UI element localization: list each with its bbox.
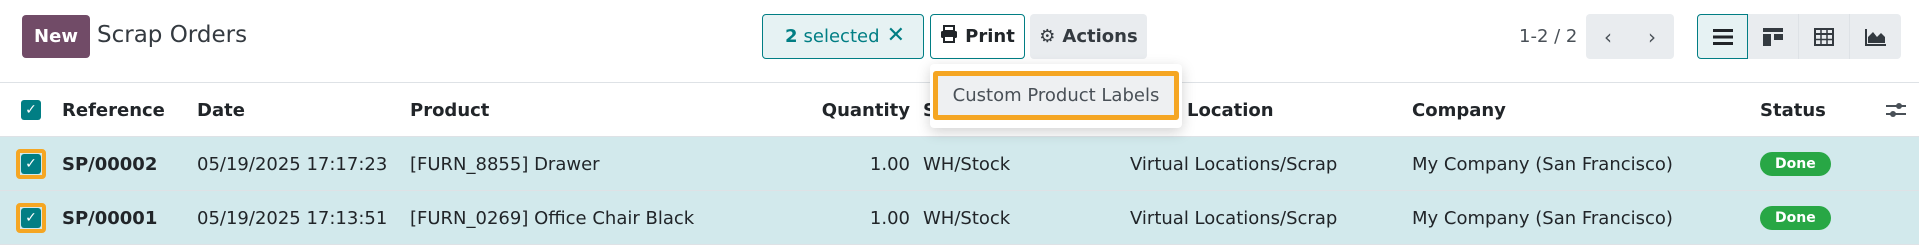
column-company[interactable]: Company — [1412, 83, 1506, 137]
cell-reference: SP/00002 — [62, 153, 158, 175]
list-view-icon — [1712, 28, 1733, 45]
selected-label: selected — [803, 26, 880, 47]
cell-quantity: 1.00 — [869, 207, 910, 229]
gear-icon: ⚙ — [1039, 26, 1056, 47]
actions-label: Actions — [1062, 26, 1138, 47]
cell-quantity: 1.00 — [869, 153, 910, 175]
cell-source-location: WH/Stock — [923, 153, 1011, 175]
kanban-view-icon — [1763, 27, 1783, 46]
list-view-button[interactable] — [1697, 14, 1748, 59]
column-scrap-location[interactable]: Location — [1187, 83, 1274, 137]
actions-button[interactable]: ⚙ Actions — [1030, 14, 1147, 59]
graph-view-button[interactable] — [1850, 14, 1901, 59]
print-dropdown-menu: Custom Product Labels — [930, 64, 1182, 128]
column-reference[interactable]: Reference — [62, 83, 165, 137]
chevron-right-icon: › — [1648, 24, 1656, 49]
cell-product: [FURN_8855] Drawer — [410, 153, 600, 175]
pager-value[interactable]: 1-2 / 2 — [1519, 26, 1577, 47]
printer-icon — [940, 25, 958, 48]
selection-badge[interactable]: 2 selected ✕ — [762, 14, 924, 59]
select-all-cell[interactable]: ✓ — [21, 83, 41, 137]
cell-date: 05/19/2025 17:17:23 — [197, 153, 388, 175]
close-icon[interactable]: ✕ — [887, 23, 905, 48]
cell-company: My Company (San Francisco) — [1412, 207, 1673, 229]
graph-view-icon — [1864, 28, 1887, 46]
print-label: Print — [965, 26, 1015, 47]
table-row[interactable]: ✓ SP/00002 05/19/2025 17:17:23 [FURN_885… — [0, 137, 1919, 191]
pivot-view-icon — [1814, 27, 1834, 46]
cell-product: [FURN_0269] Office Chair Black — [410, 207, 695, 229]
cell-date: 05/19/2025 17:13:51 — [197, 207, 388, 229]
page-title: Scrap Orders — [97, 22, 248, 48]
table-row[interactable]: ✓ SP/00001 05/19/2025 17:13:51 [FURN_026… — [0, 191, 1919, 245]
chevron-left-icon: ‹ — [1604, 24, 1612, 49]
cell-scrap-location: Virtual Locations/Scrap — [1130, 207, 1338, 229]
cell-source-location: WH/Stock — [923, 207, 1011, 229]
status-badge: Done — [1760, 206, 1831, 230]
cell-scrap-location: Virtual Locations/Scrap — [1130, 153, 1338, 175]
row-checkbox-highlight[interactable]: ✓ — [16, 203, 46, 233]
row-select-cell[interactable]: ✓ — [16, 137, 46, 191]
select-all-checkbox[interactable]: ✓ — [21, 100, 41, 120]
print-button[interactable]: Print — [930, 14, 1025, 59]
kanban-view-button[interactable] — [1748, 14, 1799, 59]
view-switcher — [1697, 14, 1901, 59]
pivot-view-button[interactable] — [1799, 14, 1850, 59]
row-checkbox[interactable]: ✓ — [21, 208, 41, 228]
row-select-cell[interactable]: ✓ — [16, 191, 46, 245]
cell-status: Done — [1760, 137, 1831, 191]
new-button[interactable]: New — [22, 15, 90, 58]
column-date[interactable]: Date — [197, 83, 245, 137]
sliders-icon[interactable] — [1886, 83, 1906, 137]
column-quantity[interactable]: Quantity — [780, 83, 910, 137]
pager-next-button[interactable]: › — [1630, 14, 1674, 59]
selected-count: 2 — [785, 26, 798, 47]
cell-reference: SP/00001 — [62, 207, 158, 229]
column-product[interactable]: Product — [410, 83, 489, 137]
cell-company: My Company (San Francisco) — [1412, 153, 1673, 175]
row-checkbox-highlight[interactable]: ✓ — [16, 149, 46, 179]
row-checkbox[interactable]: ✓ — [21, 154, 41, 174]
cell-status: Done — [1760, 191, 1831, 245]
pager-previous-button[interactable]: ‹ — [1586, 14, 1630, 59]
menu-item-custom-product-labels[interactable]: Custom Product Labels — [933, 71, 1179, 120]
status-badge: Done — [1760, 152, 1831, 176]
column-status[interactable]: Status — [1760, 83, 1826, 137]
